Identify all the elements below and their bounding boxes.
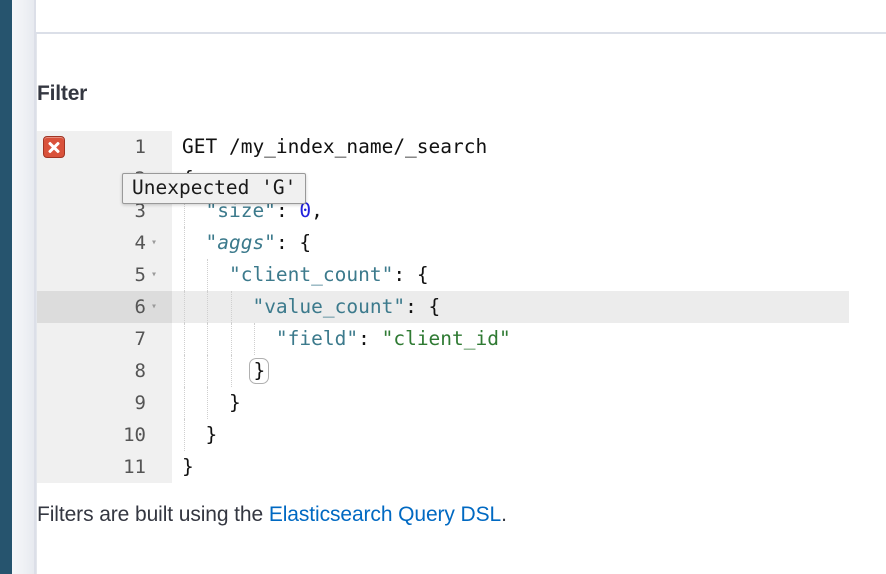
editor-line[interactable]: 7▾ "field": "client_id" (37, 323, 849, 355)
editor-gutter-cell[interactable]: 4 ▾ (37, 227, 172, 259)
line-number: 5 (134, 264, 146, 286)
editor-line[interactable]: 8▾ } (37, 355, 849, 387)
line-number: 7 (134, 328, 146, 350)
code-token: } (182, 455, 194, 478)
filter-help-text: Filters are built using the Elasticsearc… (37, 503, 507, 527)
code-token: "client_count" (228, 263, 394, 286)
editor-gutter-cell[interactable]: 9▾ (37, 387, 172, 419)
page-title: Filter (37, 82, 88, 105)
code-text: } (182, 451, 194, 483)
line-number: 4 (134, 232, 146, 254)
editor-line[interactable]: 5 ▾ "client_count": { (37, 259, 849, 291)
editor-code-cell[interactable]: } (172, 419, 849, 451)
filter-help-prefix: Filters are built using the (37, 503, 269, 526)
line-number: 11 (123, 456, 146, 478)
code-text: } (182, 355, 270, 387)
editor-code-cell[interactable]: GET /my_index_name/_search (172, 131, 849, 163)
code-token: } (228, 391, 241, 414)
code-text: "client_count": { (182, 259, 429, 291)
editor-code-cell[interactable]: } (172, 355, 849, 387)
code-token: } (205, 423, 218, 446)
code-token: : (358, 327, 382, 350)
line-number: 8 (134, 360, 146, 382)
code-token: GET /my_index_name/_search (182, 135, 488, 158)
editor-code-cell[interactable]: "field": "client_id" (172, 323, 849, 355)
elasticsearch-query-dsl-link[interactable]: Elasticsearch Query DSL (269, 503, 501, 526)
editor-line[interactable]: 11▾} (37, 451, 849, 483)
filter-help-suffix: . (501, 503, 507, 526)
editor-line[interactable]: 9▾ } (37, 387, 849, 419)
line-number: 10 (123, 424, 146, 446)
editor-code-cell[interactable]: "client_count": { (172, 259, 849, 291)
editor-gutter-cell[interactable]: 11▾ (37, 451, 172, 483)
editor-line[interactable]: 1▾ GET /my_index_name/_search (37, 131, 849, 163)
code-token: : { (405, 295, 441, 318)
fold-toggle-icon[interactable]: ▾ (146, 259, 162, 291)
code-token: : { (393, 263, 429, 286)
collapsed-sidebar[interactable] (12, 0, 44, 574)
code-token: "client_id" (381, 327, 511, 350)
fold-toggle-icon[interactable]: ▾ (146, 291, 162, 323)
code-text: "aggs": { (182, 227, 311, 259)
editor-gutter-cell[interactable]: 10▾ (37, 419, 172, 451)
code-token: , (311, 199, 323, 222)
error-tooltip: Unexpected 'G' (122, 173, 307, 204)
code-text: GET /my_index_name/_search (182, 131, 487, 163)
app-nav-rail (0, 0, 12, 574)
editor-code-cell[interactable]: } (172, 387, 849, 419)
editor-gutter-cell[interactable]: 6 ▾ (37, 291, 172, 323)
editor-line[interactable]: 4 ▾ "aggs": { (37, 227, 849, 259)
code-text: "value_count": { (182, 291, 440, 323)
editor-gutter-cell[interactable]: 1▾ (37, 131, 172, 163)
code-text: } (182, 419, 217, 451)
editor-code-cell[interactable]: "aggs": { (172, 227, 849, 259)
editor-line[interactable]: 6 ▾ "value_count": { (37, 291, 849, 323)
code-token: } (249, 358, 270, 384)
editor-gutter-cell[interactable]: 5 ▾ (37, 259, 172, 291)
editor-code-cell[interactable]: "value_count": { (172, 291, 849, 323)
code-token: : { (275, 231, 312, 254)
editor-gutter-cell[interactable]: 7▾ (37, 323, 172, 355)
editor-gutter-cell[interactable]: 8▾ (37, 355, 172, 387)
fold-toggle-icon[interactable]: ▾ (146, 227, 162, 259)
code-text: "field": "client_id" (182, 323, 511, 355)
code-token: "value_count" (252, 295, 406, 318)
editor-line[interactable]: 10▾ } (37, 419, 849, 451)
error-cross-icon[interactable] (43, 136, 65, 158)
line-number: 9 (134, 392, 146, 414)
line-number: 6 (134, 296, 146, 318)
code-token: "field" (275, 327, 359, 350)
code-text: } (182, 387, 241, 419)
code-token: "aggs" (205, 231, 276, 254)
editor-code-cell[interactable]: } (172, 451, 849, 483)
